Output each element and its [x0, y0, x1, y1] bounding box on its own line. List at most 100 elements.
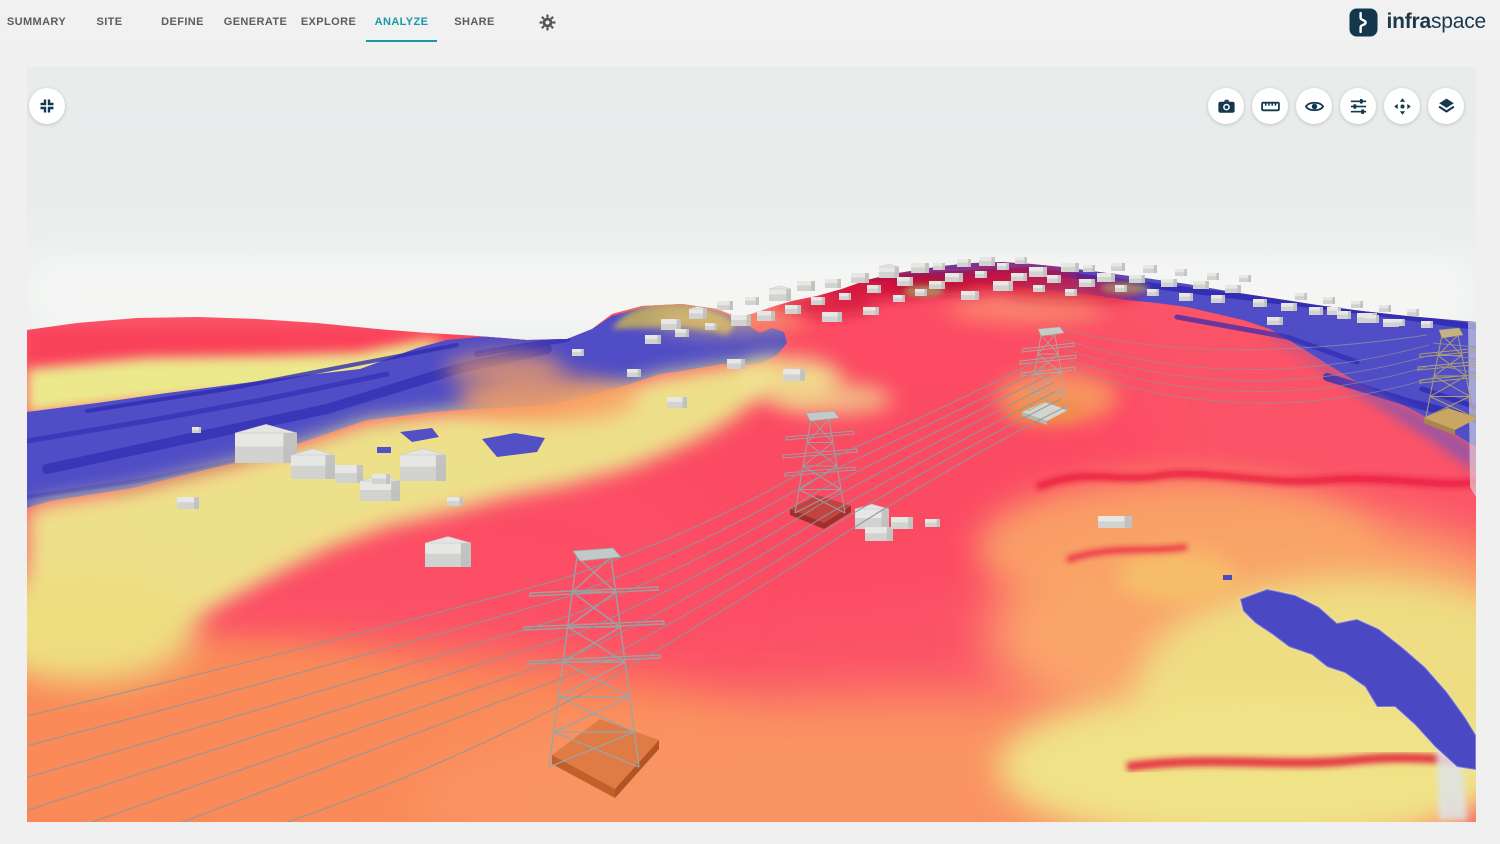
building	[1365, 315, 1379, 323]
building	[925, 519, 940, 527]
filter-settings-button[interactable]	[1340, 88, 1376, 124]
building	[783, 369, 805, 381]
building	[627, 369, 641, 377]
measure-button[interactable]	[1252, 88, 1288, 124]
pan-mode-button[interactable]	[1384, 88, 1420, 124]
recenter-view-button[interactable]	[29, 88, 65, 124]
building	[1015, 257, 1027, 264]
building	[1309, 307, 1323, 315]
building	[1129, 275, 1145, 283]
building	[797, 281, 815, 291]
building	[1337, 311, 1351, 319]
building	[717, 301, 733, 310]
building	[1033, 285, 1045, 292]
building	[1161, 279, 1177, 287]
building	[979, 257, 995, 266]
tab-define[interactable]: DEFINE	[146, 0, 219, 44]
building	[911, 263, 929, 273]
building	[1207, 273, 1219, 280]
building	[572, 349, 584, 356]
building	[291, 449, 335, 479]
building	[811, 297, 825, 305]
building	[1379, 305, 1391, 312]
building	[879, 264, 899, 278]
building	[1253, 299, 1267, 307]
building	[957, 259, 971, 267]
building	[447, 497, 463, 506]
tab-summary[interactable]: SUMMARY	[0, 0, 73, 44]
tab-analyze[interactable]: ANALYZE	[365, 0, 438, 44]
building	[1011, 273, 1027, 281]
building	[863, 307, 879, 315]
building	[933, 263, 945, 270]
building	[661, 319, 681, 330]
building	[825, 279, 841, 288]
tab-explore[interactable]: EXPLORE	[292, 0, 365, 44]
building	[893, 295, 905, 302]
brand-name: infraspace	[1386, 10, 1486, 34]
building	[961, 291, 979, 300]
building	[1147, 289, 1159, 296]
building	[1079, 279, 1095, 287]
building	[975, 271, 987, 278]
building	[425, 537, 471, 567]
building	[757, 311, 775, 321]
building	[945, 273, 963, 282]
building	[1047, 275, 1061, 283]
building	[1143, 265, 1157, 273]
building	[865, 527, 893, 541]
map-viewport[interactable]	[27, 67, 1476, 822]
gear-icon	[539, 14, 556, 31]
building	[675, 329, 689, 337]
layers-icon	[1436, 96, 1457, 117]
building	[372, 474, 390, 484]
visibility-button[interactable]	[1296, 88, 1332, 124]
building	[867, 285, 881, 293]
building	[1179, 293, 1193, 301]
building	[1083, 265, 1095, 272]
building	[1295, 293, 1307, 300]
building	[1211, 295, 1225, 303]
building	[1393, 319, 1405, 326]
building	[897, 277, 913, 286]
compress-arrows-icon	[37, 96, 57, 116]
building	[1111, 263, 1125, 271]
building	[851, 273, 869, 283]
tab-site[interactable]: SITE	[73, 0, 146, 44]
building	[769, 286, 791, 301]
building	[891, 517, 913, 529]
building	[667, 397, 687, 408]
building	[400, 449, 446, 481]
building	[1061, 263, 1079, 272]
building	[645, 335, 661, 344]
building	[993, 281, 1013, 291]
building	[1225, 285, 1241, 293]
terrain-heatmap-scene	[27, 67, 1476, 822]
building	[1065, 289, 1077, 296]
building	[1029, 267, 1047, 277]
building	[177, 497, 199, 509]
building	[1097, 273, 1115, 282]
camera-icon	[1216, 96, 1237, 117]
building	[822, 312, 842, 322]
eye-icon	[1304, 96, 1325, 117]
ruler-icon	[1260, 96, 1281, 117]
building	[1323, 297, 1335, 304]
building	[1193, 281, 1209, 289]
tab-generate[interactable]: GENERATE	[219, 0, 292, 44]
building	[1098, 516, 1132, 528]
settings-button[interactable]	[511, 0, 584, 44]
building	[785, 305, 801, 314]
building	[727, 359, 745, 369]
viewer-toolbar	[1208, 88, 1464, 124]
building	[1407, 309, 1419, 316]
building	[335, 465, 363, 483]
building	[1267, 317, 1283, 325]
building	[929, 281, 945, 289]
screenshot-button[interactable]	[1208, 88, 1244, 124]
building	[192, 427, 201, 433]
brand: infraspace	[1349, 0, 1486, 44]
layers-button[interactable]	[1428, 88, 1464, 124]
tab-share[interactable]: SHARE	[438, 0, 511, 44]
building	[839, 293, 851, 300]
